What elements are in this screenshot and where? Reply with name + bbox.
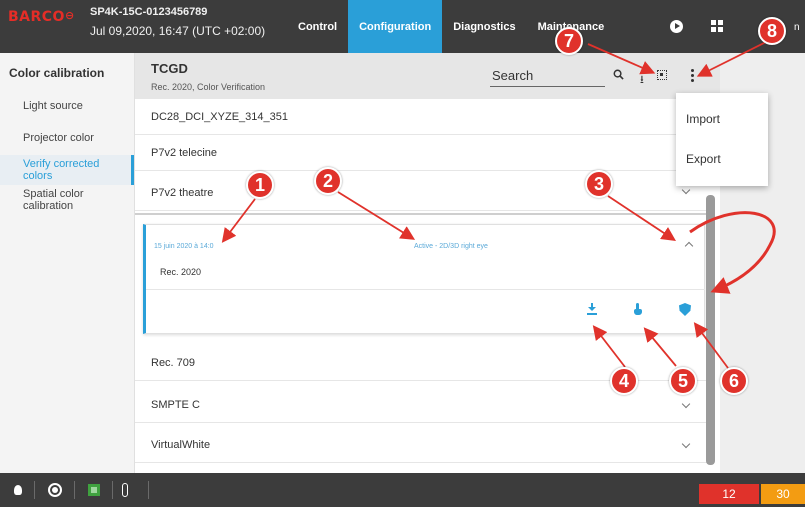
shutter-icon[interactable] <box>48 483 62 497</box>
error-count-badge[interactable]: 12 <box>699 484 759 504</box>
list-item[interactable]: P7v2 telecine <box>135 135 710 171</box>
user-menu[interactable]: n <box>794 22 800 33</box>
tab-configuration[interactable]: Configuration <box>348 0 443 53</box>
select-icon[interactable] <box>657 70 667 80</box>
play-icon[interactable] <box>670 20 683 33</box>
list-item-label: Rec. 709 <box>151 357 196 369</box>
test-pattern-icon[interactable] <box>88 484 100 496</box>
divider <box>135 213 710 215</box>
list-header: TCGD Rec. 2020, Color Verification ⭳ <box>135 53 720 99</box>
search-input[interactable] <box>490 65 605 87</box>
divider <box>148 481 149 499</box>
shield-check-icon[interactable] <box>679 303 691 316</box>
expanded-list-item[interactable]: 15 juin 2020 à 14:0 Active - 2D/3D right… <box>143 224 705 334</box>
list-title: TCGD <box>151 61 188 76</box>
menu-item-export[interactable]: Export <box>676 139 768 179</box>
download-icon[interactable]: ⭳ <box>640 71 644 90</box>
warning-count-badge[interactable]: 30 <box>761 484 805 504</box>
tab-diagnostics[interactable]: Diagnostics <box>442 0 526 53</box>
list-item-label: SMPTE C <box>151 399 200 411</box>
tab-control[interactable]: Control <box>287 0 348 53</box>
divider <box>74 481 75 499</box>
download-icon[interactable] <box>586 303 598 315</box>
list-item[interactable]: P7v2 theatre <box>135 175 710 211</box>
callout-1: 1 <box>246 171 274 199</box>
remote-icon[interactable] <box>122 483 128 497</box>
chevron-up-icon[interactable] <box>684 241 694 251</box>
list-item[interactable]: VirtualWhite <box>135 427 710 463</box>
list-subtitle: Rec. 2020, Color Verification <box>151 82 266 92</box>
device-id: SP4K-15C-0123456789 <box>90 6 208 18</box>
divider <box>146 289 705 290</box>
item-name: Rec. 2020 <box>160 267 202 277</box>
divider <box>34 481 35 499</box>
chevron-down-icon[interactable] <box>681 439 691 449</box>
callout-6: 6 <box>720 367 748 395</box>
sidebar-item-verify-corrected-colors[interactable]: Verify corrected colors <box>0 155 134 185</box>
top-bar: BARCO⊖ SP4K-15C-0123456789 Jul 09,2020, … <box>0 0 805 53</box>
callout-5: 5 <box>669 367 697 395</box>
scrollbar[interactable] <box>706 150 715 468</box>
list-item-label: P7v2 telecine <box>151 147 218 159</box>
sidebar-item-light-source[interactable]: Light source <box>0 91 134 121</box>
list-item[interactable]: DC28_DCI_XYZE_314_351 <box>135 99 710 135</box>
callout-3: 3 <box>585 170 613 198</box>
item-status: Active - 2D/3D right eye <box>414 243 488 250</box>
sidebar-item-spatial-color-calibration[interactable]: Spatial color calibration <box>0 185 134 215</box>
dashboard-icon[interactable] <box>711 20 723 32</box>
menu-item-import[interactable]: Import <box>676 99 768 139</box>
list-item-label: DC28_DCI_XYZE_314_351 <box>151 111 288 123</box>
callout-2: 2 <box>314 167 342 195</box>
callout-7: 7 <box>555 27 583 55</box>
chevron-down-icon[interactable] <box>681 185 691 195</box>
sidebar-item-projector-color[interactable]: Projector color <box>0 123 134 153</box>
options-menu: Import Export <box>676 93 768 186</box>
sidebar: Color calibration Light source Projector… <box>0 53 135 473</box>
brand-name: BARCO <box>8 9 65 25</box>
callout-8: 8 <box>758 17 786 45</box>
touch-icon[interactable] <box>632 303 644 315</box>
more-options-icon[interactable] <box>691 69 695 83</box>
list-item-label: VirtualWhite <box>151 439 211 451</box>
brand-logo: BARCO⊖ <box>8 9 75 25</box>
device-datetime: Jul 09,2020, 16:47 (UTC +02:00) <box>90 24 266 38</box>
scrollbar-thumb[interactable] <box>706 195 715 465</box>
divider <box>112 481 113 499</box>
chevron-down-icon[interactable] <box>681 399 691 409</box>
item-date: 15 juin 2020 à 14:0 <box>154 243 214 250</box>
logo-mark-icon: ⊖ <box>64 9 75 22</box>
search-icon[interactable] <box>613 69 624 80</box>
callout-4: 4 <box>610 367 638 395</box>
bulb-icon[interactable] <box>14 485 22 495</box>
list-item-label: P7v2 theatre <box>151 187 214 199</box>
sidebar-title: Color calibration <box>9 66 105 80</box>
bottom-bar <box>0 473 805 507</box>
main-content: TCGD Rec. 2020, Color Verification ⭳ DC2… <box>135 53 720 473</box>
